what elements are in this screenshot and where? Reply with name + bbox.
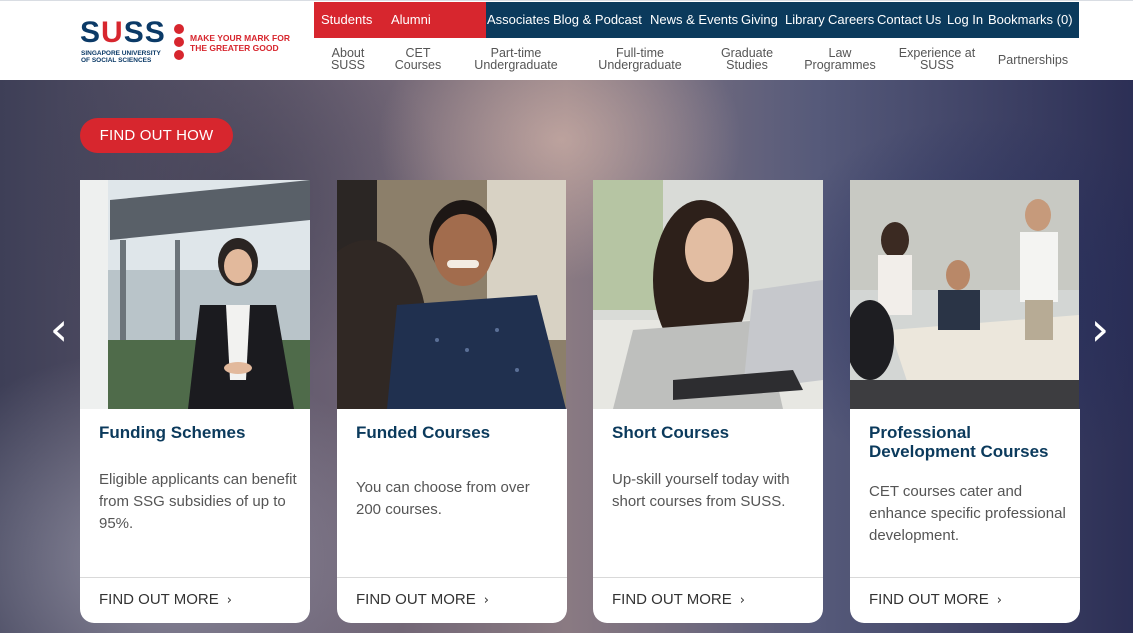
util-link-blog[interactable]: Blog & Podcast xyxy=(553,12,642,28)
card-description: CET courses cater and enhance specific p… xyxy=(869,483,1066,544)
card-funding-schemes[interactable]: Funding Schemes Eligible applicants can … xyxy=(80,180,310,623)
suss-logo[interactable]: SUSS SINGAPORE UNIVERSITY OF SOCIAL SCIE… xyxy=(80,17,302,67)
card-title: Short Courses xyxy=(612,423,730,442)
card-description: Eligible applicants can benefit from SSG… xyxy=(99,471,297,532)
nav-label: Studies xyxy=(726,58,768,72)
find-out-more-label: FIND OUT MORE xyxy=(99,591,219,608)
nav-cet-courses[interactable]: CET Courses xyxy=(392,47,444,72)
nav-label: Undergraduate xyxy=(474,58,558,72)
card-professional-development-courses[interactable]: Professional Development Courses CET cou… xyxy=(850,180,1080,623)
nav-label: SUSS xyxy=(919,58,955,72)
utility-nav: Students Alumni Associates Blog & Podcas… xyxy=(314,2,1079,38)
util-link-contact[interactable]: Contact Us xyxy=(877,12,941,28)
util-link-students[interactable]: Students xyxy=(321,12,372,28)
card-description: Up-skill yourself today with short cours… xyxy=(612,471,790,510)
util-link-news[interactable]: News & Events xyxy=(650,12,738,28)
logo-subtitle: SINGAPORE UNIVERSITY OF SOCIAL SCIENCES xyxy=(81,50,161,64)
card-image-smiling-man xyxy=(337,180,567,409)
nav-graduate-studies[interactable]: Graduate Studies xyxy=(716,47,778,72)
card-funded-courses[interactable]: Funded Courses You can choose from over … xyxy=(337,180,567,623)
chevron-right-icon: › xyxy=(483,593,489,608)
nav-label: Undergraduate xyxy=(598,58,682,72)
find-out-more-label: FIND OUT MORE xyxy=(356,591,476,608)
card-image-woman-laptop xyxy=(593,180,823,409)
util-link-careers[interactable]: Careers xyxy=(828,12,874,28)
carousel-next-arrow-icon[interactable]: › xyxy=(1085,306,1115,352)
find-out-more-link[interactable]: FIND OUT MORE › xyxy=(99,591,232,610)
nav-label: SUSS xyxy=(330,58,366,72)
util-link-giving[interactable]: Giving xyxy=(741,12,778,28)
card-image-woman-presenting xyxy=(80,180,310,409)
find-out-more-label: FIND OUT MORE xyxy=(869,591,989,608)
logo-wordmark: SUSS xyxy=(80,16,166,49)
card-divider xyxy=(850,577,1080,578)
chevron-right-icon: › xyxy=(226,593,232,608)
find-out-more-label: FIND OUT MORE xyxy=(612,591,732,608)
card-body: Professional Development Courses CET cou… xyxy=(850,409,1080,623)
nav-partnerships[interactable]: Partnerships xyxy=(992,53,1074,67)
find-out-more-link[interactable]: FIND OUT MORE › xyxy=(612,591,745,610)
card-short-courses[interactable]: Short Courses Up-skill yourself today wi… xyxy=(593,180,823,623)
find-out-more-link[interactable]: FIND OUT MORE › xyxy=(869,591,1002,610)
logo-dots-icon xyxy=(174,24,184,60)
site-header: SUSS SINGAPORE UNIVERSITY OF SOCIAL SCIE… xyxy=(0,0,1133,80)
card-description: You can choose from over 200 courses. xyxy=(356,479,530,518)
util-link-bookmarks[interactable]: Bookmarks (0) xyxy=(988,12,1073,28)
nav-full-time-undergraduate[interactable]: Full-time Undergraduate xyxy=(592,47,688,72)
card-body: Funded Courses You can choose from over … xyxy=(337,409,567,623)
util-link-login[interactable]: Log In xyxy=(947,12,983,28)
util-link-associates[interactable]: Associates xyxy=(487,12,550,28)
util-link-library[interactable]: Library xyxy=(785,12,825,28)
carousel-prev-arrow-icon[interactable]: ‹ xyxy=(44,306,74,352)
nav-label: Programmes xyxy=(804,58,876,72)
nav-label: Courses xyxy=(394,58,442,72)
nav-label: Partnerships xyxy=(997,53,1069,67)
card-body: Funding Schemes Eligible applicants can … xyxy=(80,409,310,623)
chevron-right-icon: › xyxy=(996,593,1002,608)
nav-law-programmes[interactable]: Law Programmes xyxy=(799,47,881,72)
card-divider xyxy=(337,577,567,578)
hero-carousel: FIND OUT HOW ‹ › Funding Schemes Eligibl… xyxy=(0,80,1133,633)
card-title: Funding Schemes xyxy=(99,423,246,442)
util-link-alumni[interactable]: Alumni xyxy=(391,12,431,28)
find-out-how-button[interactable]: FIND OUT HOW xyxy=(80,118,233,153)
nav-part-time-undergraduate[interactable]: Part-time Undergraduate xyxy=(468,47,564,72)
chevron-right-icon: › xyxy=(739,593,745,608)
card-title: Funded Courses xyxy=(356,423,491,442)
nav-experience-at-suss[interactable]: Experience at SUSS xyxy=(893,47,981,72)
card-body: Short Courses Up-skill yourself today wi… xyxy=(593,409,823,623)
card-divider xyxy=(593,577,823,578)
nav-about-suss[interactable]: About SUSS xyxy=(324,47,372,72)
find-out-more-link[interactable]: FIND OUT MORE › xyxy=(356,591,489,610)
card-title: Professional Development Courses xyxy=(869,423,1049,461)
card-image-classroom xyxy=(850,180,1080,409)
card-divider xyxy=(80,577,310,578)
logo-tagline: MAKE YOUR MARK FOR THE GREATER GOOD xyxy=(190,33,290,53)
